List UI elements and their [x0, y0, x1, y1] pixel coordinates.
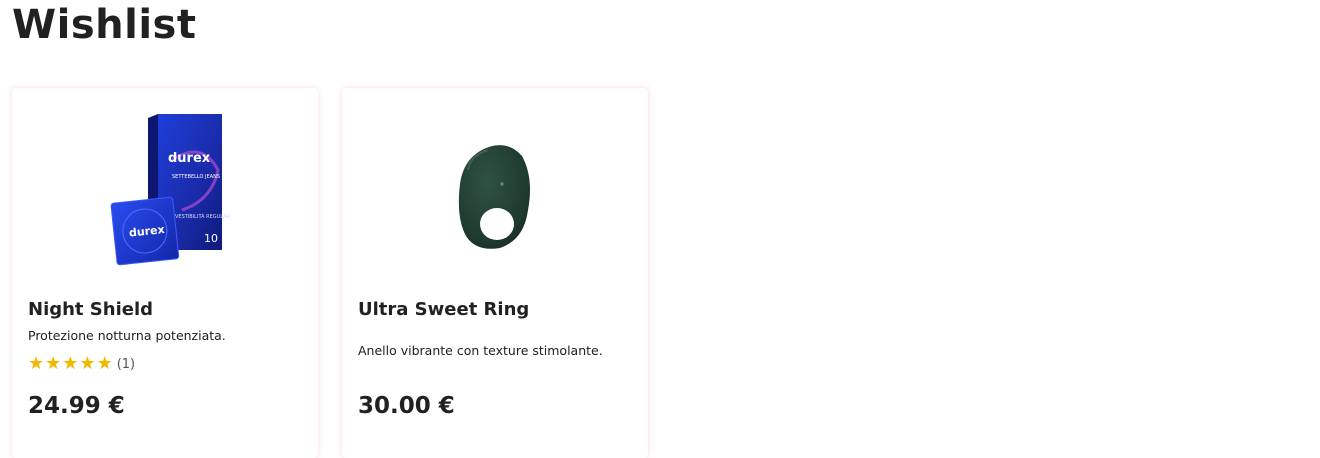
- svg-text:durex: durex: [168, 151, 211, 166]
- product-card-night-shield[interactable]: durex SETTEBELLO JEANS VESTIBILITÀ REGUL…: [12, 88, 318, 458]
- product-name[interactable]: Night Shield: [28, 299, 153, 320]
- condom-box-image: durex SETTEBELLO JEANS VESTIBILITÀ REGUL…: [110, 114, 231, 266]
- product-card-ultra-sweet-ring[interactable]: Ultra Sweet Ring Anello vibrante con tex…: [342, 88, 648, 458]
- product-image[interactable]: durex SETTEBELLO JEANS VESTIBILITÀ REGUL…: [12, 100, 318, 280]
- svg-text:VESTIBILITÀ REGULAR: VESTIBILITÀ REGULAR: [175, 213, 231, 220]
- product-description: Protezione notturna potenziata.: [28, 328, 226, 343]
- star-icon: ★: [62, 353, 79, 374]
- svg-text:SETTEBELLO JEANS: SETTEBELLO JEANS: [172, 174, 220, 180]
- product-price: 30.00 €: [358, 393, 455, 419]
- star-icon: ★: [79, 353, 96, 374]
- product-description: Anello vibrante con texture stimolante.: [358, 343, 603, 358]
- product-rating: ★ ★ ★ ★ ★ (1): [28, 354, 135, 374]
- rating-count: (1): [116, 356, 136, 372]
- star-icon: ★: [96, 353, 113, 374]
- svg-text:10: 10: [204, 232, 218, 245]
- star-icon: ★: [28, 353, 45, 374]
- vibrating-ring-icon: [458, 145, 530, 249]
- wishlist-grid: durex SETTEBELLO JEANS VESTIBILITÀ REGUL…: [12, 88, 648, 458]
- product-name[interactable]: Ultra Sweet Ring: [358, 299, 529, 320]
- product-image[interactable]: [342, 100, 648, 280]
- star-icon: ★: [45, 353, 62, 374]
- page-title: Wishlist: [12, 2, 197, 48]
- product-price: 24.99 €: [28, 393, 125, 419]
